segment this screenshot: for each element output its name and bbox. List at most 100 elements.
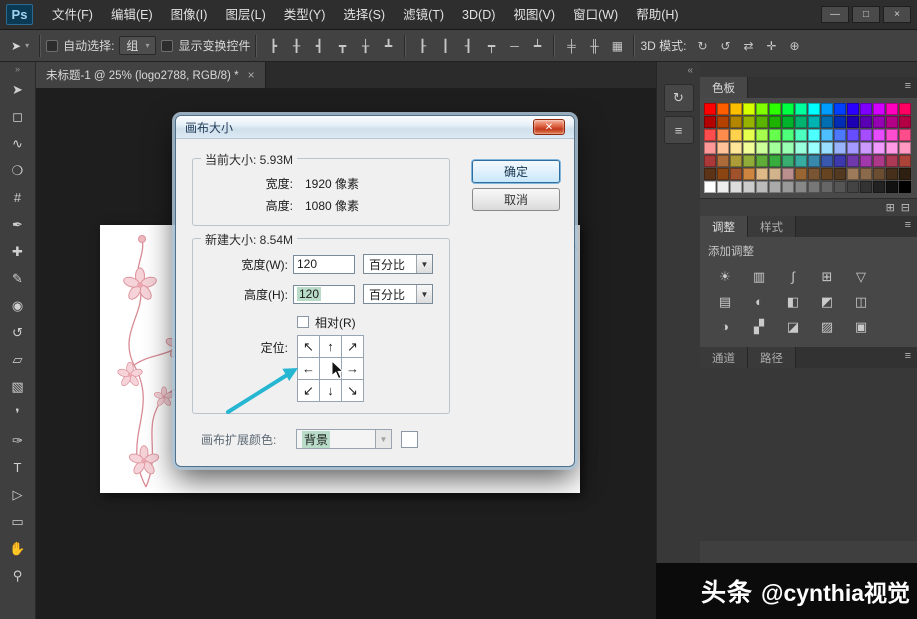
swatch[interactable] xyxy=(717,181,729,193)
menu-item[interactable]: 3D(D) xyxy=(453,0,504,30)
tab-paths[interactable]: 路径 xyxy=(748,347,796,368)
swatch[interactable] xyxy=(704,142,716,154)
toolbar-collapse-icon[interactable]: » xyxy=(15,63,20,76)
curves-icon[interactable]: ∫ xyxy=(776,264,810,289)
swatch[interactable] xyxy=(717,116,729,128)
tab-channels[interactable]: 通道 xyxy=(700,347,748,368)
distribute-spacing-h-icon[interactable]: ╪ xyxy=(560,36,582,56)
type-tool[interactable]: T xyxy=(4,454,32,481)
swatch[interactable] xyxy=(899,155,911,167)
swatch[interactable] xyxy=(704,168,716,180)
swatch[interactable] xyxy=(743,155,755,167)
invert-icon[interactable]: ◑ xyxy=(708,314,742,339)
swatch[interactable] xyxy=(808,142,820,154)
swatch[interactable] xyxy=(782,142,794,154)
swatch[interactable] xyxy=(743,181,755,193)
relative-checkbox[interactable] xyxy=(297,316,309,328)
3d-roll-icon[interactable]: ↺ xyxy=(714,36,736,56)
path-selection-tool[interactable]: ▷ xyxy=(4,481,32,508)
height-unit-select[interactable]: 百分比 ▼ xyxy=(363,284,433,304)
swatch[interactable] xyxy=(834,142,846,154)
eyedropper-tool[interactable]: ✒ xyxy=(4,211,32,238)
dialog-close-button[interactable]: ✕ xyxy=(533,119,565,135)
align-bottom-icon[interactable]: ┻ xyxy=(377,36,399,56)
swatch[interactable] xyxy=(704,155,716,167)
swatch[interactable] xyxy=(834,129,846,141)
swatch[interactable] xyxy=(808,181,820,193)
menu-item[interactable]: 图层(L) xyxy=(216,0,274,30)
eraser-tool[interactable]: ▱ xyxy=(4,346,32,373)
swatch[interactable] xyxy=(821,155,833,167)
align-center-v-icon[interactable]: ╁ xyxy=(354,36,376,56)
hue-saturation-icon[interactable]: ▤ xyxy=(708,289,742,314)
canvas-extension-select[interactable]: 背景 ▼ xyxy=(296,429,392,449)
history-brush-tool[interactable]: ↺ xyxy=(4,319,32,346)
swatch[interactable] xyxy=(782,103,794,115)
anchor-cell[interactable]: → xyxy=(342,358,364,380)
swatch[interactable] xyxy=(834,116,846,128)
align-left-icon[interactable]: ┣ xyxy=(262,36,284,56)
distribute-right-icon[interactable]: ┷ xyxy=(526,36,548,56)
healing-brush-tool[interactable]: ✚ xyxy=(4,238,32,265)
swatch[interactable] xyxy=(873,129,885,141)
brightness-contrast-icon[interactable]: ☀ xyxy=(708,264,742,289)
swatch[interactable] xyxy=(808,116,820,128)
swatch[interactable] xyxy=(886,168,898,180)
swatch[interactable] xyxy=(730,155,742,167)
anchor-cell[interactable]: ↘ xyxy=(342,380,364,402)
swatch[interactable] xyxy=(769,129,781,141)
anchor-cell[interactable]: ← xyxy=(298,358,320,380)
swatch[interactable] xyxy=(873,168,885,180)
swatch[interactable] xyxy=(717,155,729,167)
swatch[interactable] xyxy=(860,103,872,115)
swatch[interactable] xyxy=(743,129,755,141)
swatch[interactable] xyxy=(756,181,768,193)
swatch[interactable] xyxy=(886,181,898,193)
swatch[interactable] xyxy=(808,103,820,115)
swatch[interactable] xyxy=(821,103,833,115)
swatch[interactable] xyxy=(860,168,872,180)
swatch[interactable] xyxy=(730,116,742,128)
blur-tool[interactable]: ❜ xyxy=(4,400,32,427)
swatch[interactable] xyxy=(795,142,807,154)
align-top-icon[interactable]: ┳ xyxy=(331,36,353,56)
swatch[interactable] xyxy=(769,103,781,115)
swatch[interactable] xyxy=(743,116,755,128)
swatch[interactable] xyxy=(756,142,768,154)
swatch[interactable] xyxy=(834,168,846,180)
swatch[interactable] xyxy=(795,168,807,180)
swatch[interactable] xyxy=(821,129,833,141)
swatch[interactable] xyxy=(756,155,768,167)
move-tool[interactable]: ➤ xyxy=(4,76,32,103)
swatch[interactable] xyxy=(873,181,885,193)
distribute-top-icon[interactable]: ┠ xyxy=(411,36,433,56)
photo-filter-icon[interactable]: ◩ xyxy=(810,289,844,314)
auto-align-layers-icon[interactable]: ▦ xyxy=(606,36,628,56)
swatch[interactable] xyxy=(782,168,794,180)
swatch[interactable] xyxy=(717,103,729,115)
swatch[interactable] xyxy=(704,129,716,141)
swatch[interactable] xyxy=(821,116,833,128)
menu-item[interactable]: 视图(V) xyxy=(504,0,564,30)
panel-menu-icon[interactable]: ≡ xyxy=(905,219,911,231)
swatch[interactable] xyxy=(834,103,846,115)
swatch[interactable] xyxy=(899,116,911,128)
swatch[interactable] xyxy=(782,181,794,193)
anchor-cell[interactable]: ↗ xyxy=(342,336,364,358)
posterize-icon[interactable]: ▞ xyxy=(742,314,776,339)
menu-item[interactable]: 帮助(H) xyxy=(627,0,687,30)
swatch[interactable] xyxy=(795,155,807,167)
swatch[interactable] xyxy=(847,155,859,167)
swatch[interactable] xyxy=(795,116,807,128)
vibrance-icon[interactable]: ▽ xyxy=(844,264,878,289)
width-unit-select[interactable]: 百分比 ▼ xyxy=(363,254,433,274)
clone-stamp-tool[interactable]: ◉ xyxy=(4,292,32,319)
menu-item[interactable]: 文件(F) xyxy=(43,0,102,30)
distribute-bottom-icon[interactable]: ┨ xyxy=(457,36,479,56)
swatch[interactable] xyxy=(886,103,898,115)
swatch[interactable] xyxy=(886,142,898,154)
anchor-cell[interactable]: ↖ xyxy=(298,336,320,358)
new-swatch-icon[interactable]: ⊞ xyxy=(886,201,895,214)
swatch[interactable] xyxy=(756,168,768,180)
swatch[interactable] xyxy=(730,168,742,180)
